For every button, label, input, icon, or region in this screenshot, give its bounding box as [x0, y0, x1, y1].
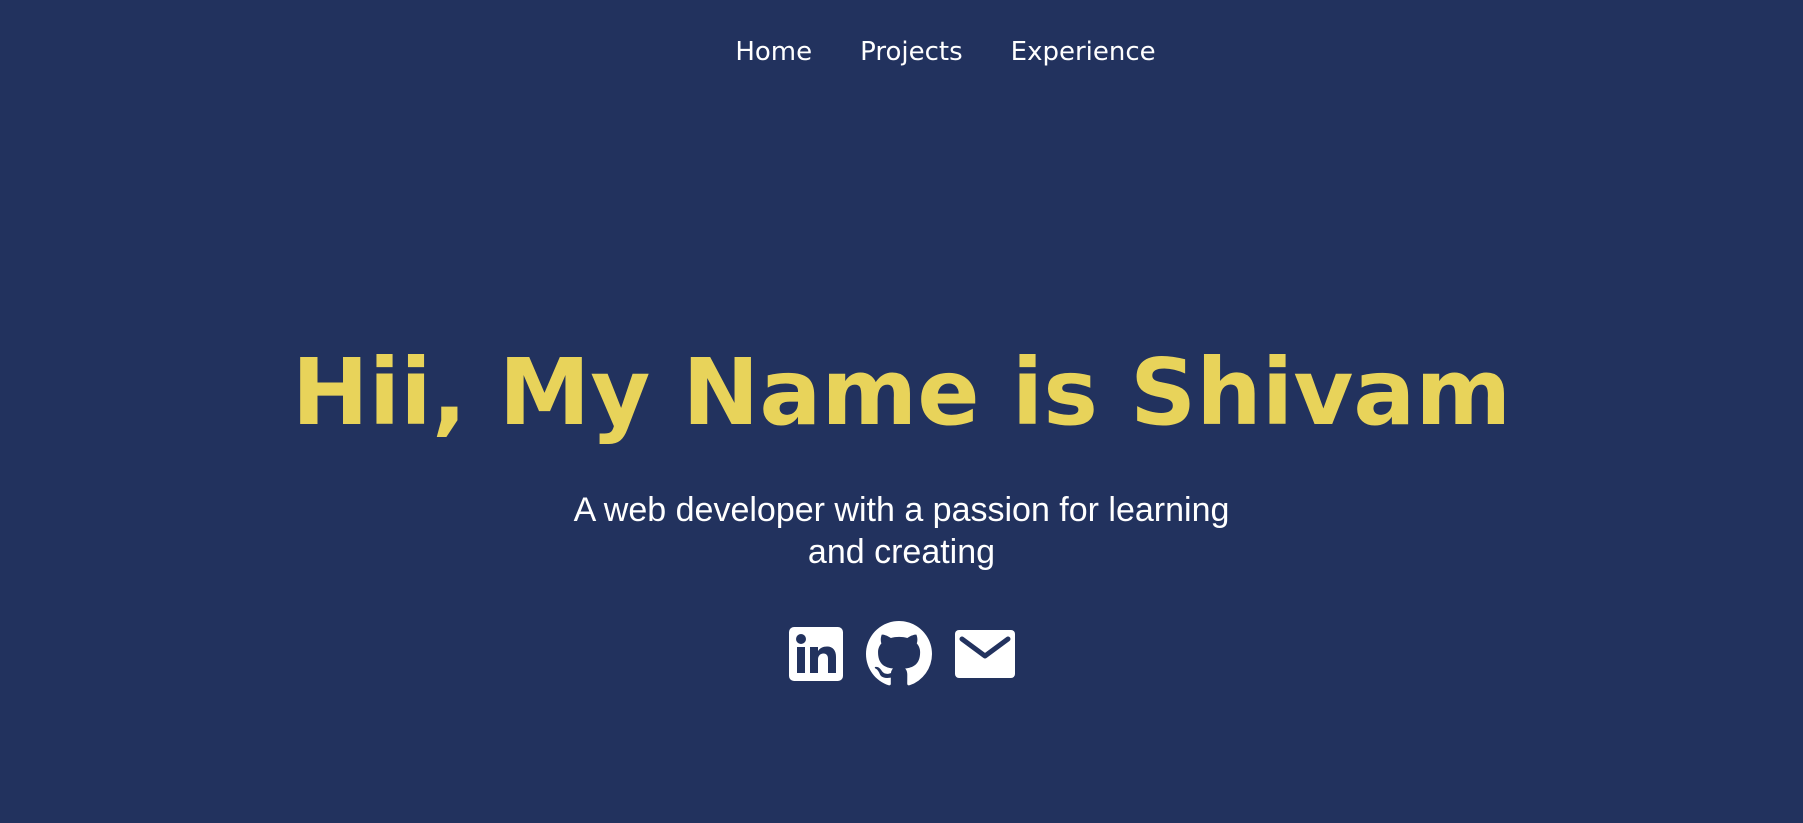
nav-home-link[interactable]: Home: [735, 34, 812, 70]
social-links: [0, 621, 1803, 687]
email-link[interactable]: [954, 629, 1016, 679]
hero-title: Hii, My Name is Shivam: [291, 339, 1512, 446]
linkedin-icon: [788, 627, 843, 681]
hero-section: Hii, My Name is Shivam A web developer w…: [0, 333, 1803, 687]
github-icon: [865, 621, 932, 686]
linkedin-link[interactable]: [788, 626, 844, 682]
nav-projects-link[interactable]: Projects: [860, 34, 963, 70]
hero-subtitle: A web developer with a passion for learn…: [573, 491, 1230, 571]
github-link[interactable]: [865, 621, 932, 687]
nav-experience-link[interactable]: Experience: [1011, 34, 1156, 70]
main-nav: Home Projects Experience: [0, 34, 1803, 70]
mail-icon: [954, 630, 1015, 678]
